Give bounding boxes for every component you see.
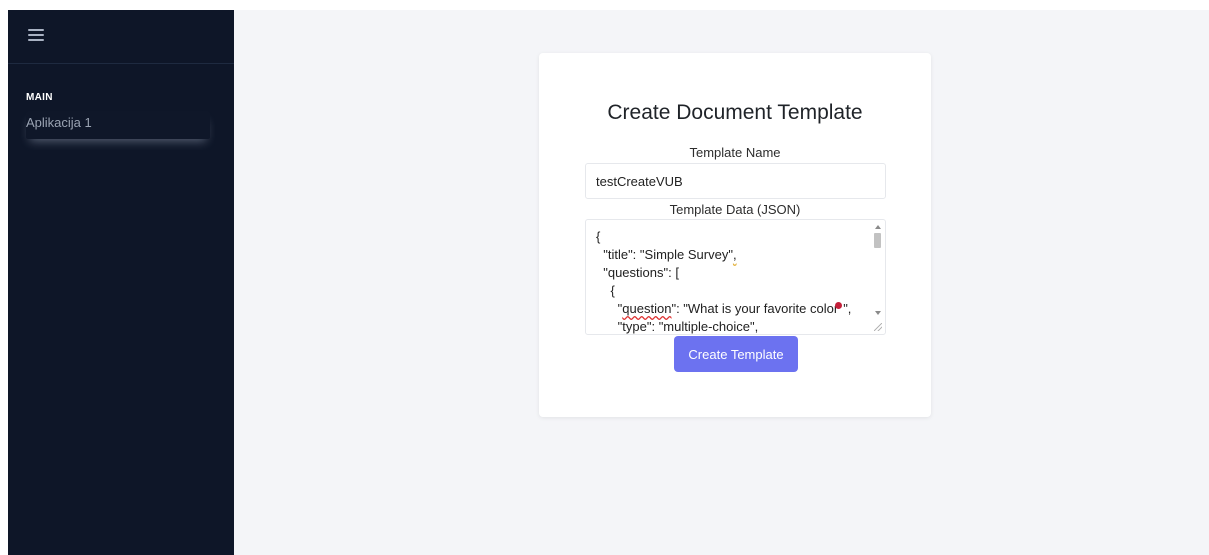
page-title: Create Document Template xyxy=(607,101,863,124)
json-line: "questions": [ xyxy=(596,265,679,280)
json-line: { xyxy=(596,229,601,244)
app-window: MAIN Aplikacija 1 Create Document Templa… xyxy=(0,0,1209,555)
sidebar-item-label: Aplikacija 1 xyxy=(26,115,92,130)
resize-grip-icon[interactable] xyxy=(874,323,882,331)
sidebar: MAIN Aplikacija 1 xyxy=(8,10,234,555)
template-data-label: Template Data (JSON) xyxy=(669,202,801,217)
template-name-input[interactable] xyxy=(585,163,886,199)
json-key-question: question xyxy=(622,301,672,316)
scroll-down-arrow-icon[interactable] xyxy=(875,311,881,315)
create-template-card: Create Document Template Template Name T… xyxy=(539,53,931,417)
cursor-marker-icon xyxy=(835,302,843,309)
main-content: Create Document Template Template Name T… xyxy=(234,10,1209,555)
json-line: "title": "Simple Survey" xyxy=(596,247,733,262)
json-line: { xyxy=(596,283,615,298)
scroll-thumb[interactable] xyxy=(874,233,881,248)
sidebar-item-aplikacija-1[interactable]: Aplikacija 1 xyxy=(26,111,210,139)
textarea-scrollbar[interactable] xyxy=(872,221,884,334)
hamburger-menu-icon[interactable] xyxy=(28,26,50,44)
sidebar-section-label: MAIN xyxy=(26,92,53,103)
json-line: " xyxy=(596,301,623,316)
json-line: "type": "multiple-choice", xyxy=(596,319,759,334)
template-data-textarea[interactable]: { "title": "Simple Survey", "questions":… xyxy=(585,219,886,335)
template-data-content: { "title": "Simple Survey", "questions":… xyxy=(596,228,866,334)
json-line: ", xyxy=(843,301,852,316)
sidebar-divider xyxy=(8,63,234,64)
template-name-label: Template Name xyxy=(689,145,781,160)
scroll-up-arrow-icon[interactable] xyxy=(875,225,881,229)
json-line-comma: , xyxy=(732,247,737,262)
create-template-button[interactable]: Create Template xyxy=(674,336,798,372)
json-line: ": "What is your favorite color xyxy=(671,301,839,316)
